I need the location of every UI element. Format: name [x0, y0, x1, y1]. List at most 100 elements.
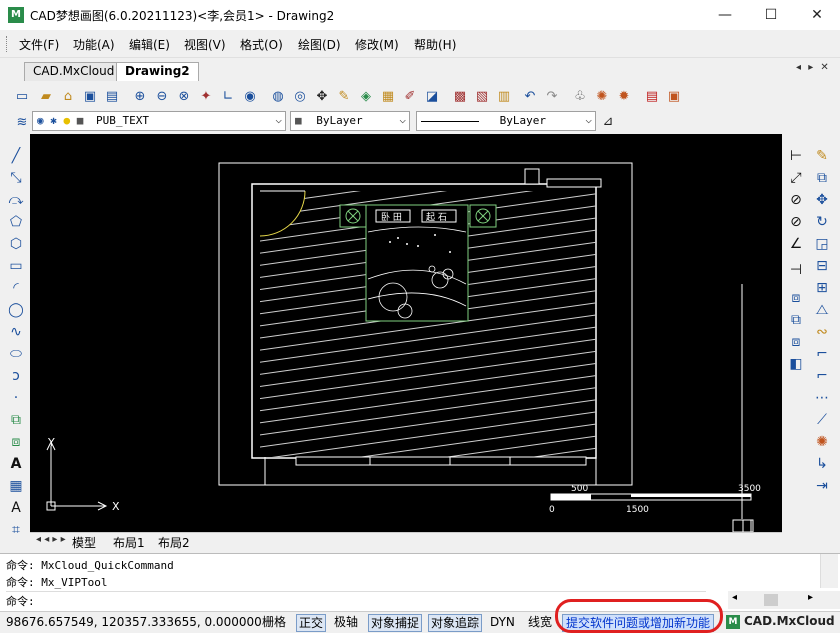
copy-icon[interactable]: ⧉ [812, 168, 832, 188]
draw-order-icon[interactable]: ✐ [400, 86, 420, 106]
save-as-icon[interactable]: ▤ [102, 86, 122, 106]
menu-edit[interactable]: 编辑(E) [129, 36, 170, 53]
break-icon[interactable]: ⋯ [812, 388, 832, 408]
fillet-icon[interactable]: ↳ [812, 454, 832, 474]
layer-lock-icon[interactable]: ◧ [786, 354, 806, 374]
zoom-realtime-icon[interactable]: ◎ [290, 86, 310, 106]
ucs-icon[interactable]: ∟ [218, 86, 238, 106]
layer-iso-icon[interactable]: ⧉ [786, 310, 806, 330]
pencil-icon[interactable]: ✎ [334, 86, 354, 106]
toggle-otrack[interactable]: 对象追踪 [428, 614, 483, 632]
toggle-grid[interactable]: 栅格 [260, 614, 288, 632]
menu-view[interactable]: 视图(V) [184, 36, 226, 53]
xline-icon[interactable]: ⤡ [6, 168, 26, 188]
close-button[interactable]: ✕ [794, 0, 840, 30]
tab-layout2[interactable]: 布局2 [158, 534, 190, 551]
insert-block-icon[interactable]: ⧉ [6, 410, 26, 430]
zoom-window-icon[interactable]: ⊗ [174, 86, 194, 106]
revcloud-icon[interactable]: ↄ [6, 366, 26, 386]
toggle-dyn[interactable]: DYN [488, 614, 517, 632]
layer-select[interactable]: ◉ ✱ ● ■ PUB_TEXT ⌵ [32, 111, 286, 131]
menu-modify[interactable]: 修改(M) [355, 36, 399, 53]
toggle-osnap[interactable]: 对象捕捉 [368, 614, 423, 632]
rotate-icon[interactable]: ↻ [812, 212, 832, 232]
zoom-extents-icon[interactable]: ✦ [196, 86, 216, 106]
dim-radius-icon[interactable]: ⊘ [786, 190, 806, 210]
polyline-icon[interactable]: ⤼ [6, 190, 26, 210]
palette-icon[interactable]: ▩ [450, 86, 470, 106]
rectangle-icon[interactable]: ▭ [6, 256, 26, 276]
table-icon[interactable]: ▦ [6, 476, 26, 496]
tab-cad-mxcloud[interactable]: CAD.MxCloud [24, 62, 124, 81]
scale-icon[interactable]: ◲ [812, 234, 832, 254]
toggle-lineweight[interactable]: 线宽 [526, 614, 554, 632]
move-icon[interactable]: ✥ [812, 190, 832, 210]
mtext-icon[interactable]: A [6, 498, 26, 518]
erase-icon[interactable]: ✎ [812, 146, 832, 166]
magnify-icon[interactable]: ◍ [268, 86, 288, 106]
chamfer-icon[interactable]: ⇥ [812, 476, 832, 496]
menu-help[interactable]: 帮助(H) [414, 36, 456, 53]
drawing-canvas[interactable]: 卧 田 起 石 500 3500 0 1500 Y X [30, 134, 782, 532]
toggle-ortho[interactable]: 正交 [296, 614, 327, 632]
point-icon[interactable]: · [6, 388, 26, 408]
match-properties-icon[interactable]: ◈ [356, 86, 376, 106]
arc-icon[interactable]: ◜ [6, 278, 26, 298]
open-folder-icon[interactable]: ⌂ [58, 86, 78, 106]
menu-draw[interactable]: 绘图(D) [298, 36, 341, 53]
save-icon[interactable]: ▣ [80, 86, 100, 106]
array-icon[interactable]: ⊞ [812, 278, 832, 298]
hatch-tool-icon[interactable]: ⌗ [6, 520, 26, 540]
explode-icon[interactable]: ✺ [812, 432, 832, 452]
theme-icon[interactable]: ✹ [614, 86, 634, 106]
zoom-in-icon[interactable]: ⊕ [130, 86, 150, 106]
shape-icon[interactable]: ⬡ [6, 234, 26, 254]
render-icon[interactable]: ✺ [592, 86, 612, 106]
tab-model[interactable]: 模型 [72, 534, 96, 551]
dim-continue-icon[interactable]: ⊣ [786, 260, 806, 280]
zoom-out-icon[interactable]: ⊖ [152, 86, 172, 106]
pdf-icon[interactable]: ▤ [642, 86, 662, 106]
join-icon[interactable]: ⟋ [812, 410, 832, 430]
tab-navigation[interactable]: ◂ ▸ ✕ [796, 62, 831, 73]
spline-icon[interactable]: ∿ [6, 322, 26, 342]
scroll-left-icon[interactable]: ◂ [732, 592, 737, 603]
mirror-icon[interactable]: ⧍ [812, 300, 832, 320]
stretch-icon[interactable]: ⊟ [812, 256, 832, 276]
zoom-previous-icon[interactable]: ◉ [240, 86, 260, 106]
new-file-icon[interactable]: ▭ [12, 86, 32, 106]
undo-icon[interactable]: ↶ [520, 86, 540, 106]
tab-drawing2[interactable]: Drawing2 [116, 62, 199, 81]
menu-function[interactable]: 功能(A) [73, 36, 115, 53]
make-block-icon[interactable]: ⧈ [6, 432, 26, 452]
open-file-icon[interactable]: ▰ [36, 86, 56, 106]
dim-diameter-icon[interactable]: ⊘ [786, 212, 806, 232]
toggle-polar[interactable]: 极轴 [332, 614, 360, 632]
text-icon[interactable]: A [6, 454, 26, 474]
polygon-icon[interactable]: ⬠ [6, 212, 26, 232]
lineweight-icon[interactable]: ⊿ [598, 111, 618, 131]
minimize-button[interactable]: — [702, 0, 748, 30]
redo-icon[interactable]: ↷ [542, 86, 562, 106]
layout-nav-icon[interactable]: ◂ ◂ ▸ ▸ [36, 534, 66, 545]
line-icon[interactable]: ╱ [6, 146, 26, 166]
horizontal-scrollbar[interactable]: ◂ ▸ [728, 591, 840, 609]
layer-off-icon[interactable]: ⧈ [786, 332, 806, 352]
offset-icon[interactable]: ∾ [812, 322, 832, 342]
trim-icon[interactable]: ⌐ [812, 344, 832, 364]
tab-layout1[interactable]: 布局1 [113, 534, 145, 551]
linetype-select[interactable]: ByLayer ⌵ [416, 111, 596, 131]
brush-icon[interactable]: ▦ [378, 86, 398, 106]
brand-label[interactable]: CAD.MxCloud [744, 614, 835, 628]
hatch-icon[interactable]: ▧ [472, 86, 492, 106]
layers-icon[interactable]: ≋ [12, 112, 32, 132]
dim-linear-icon[interactable]: ⊢ [786, 146, 806, 166]
circle-icon[interactable]: ◯ [6, 300, 26, 320]
link-icon[interactable]: ♧ [570, 86, 590, 106]
menu-file[interactable]: 文件(F) [19, 36, 59, 53]
dim-angular-icon[interactable]: ∠ [786, 234, 806, 254]
pan-icon[interactable]: ✥ [312, 86, 332, 106]
dim-aligned-icon[interactable]: ⤢ [786, 168, 806, 188]
layer-prev-icon[interactable]: ⧈ [786, 288, 806, 308]
menu-format[interactable]: 格式(O) [240, 36, 283, 53]
